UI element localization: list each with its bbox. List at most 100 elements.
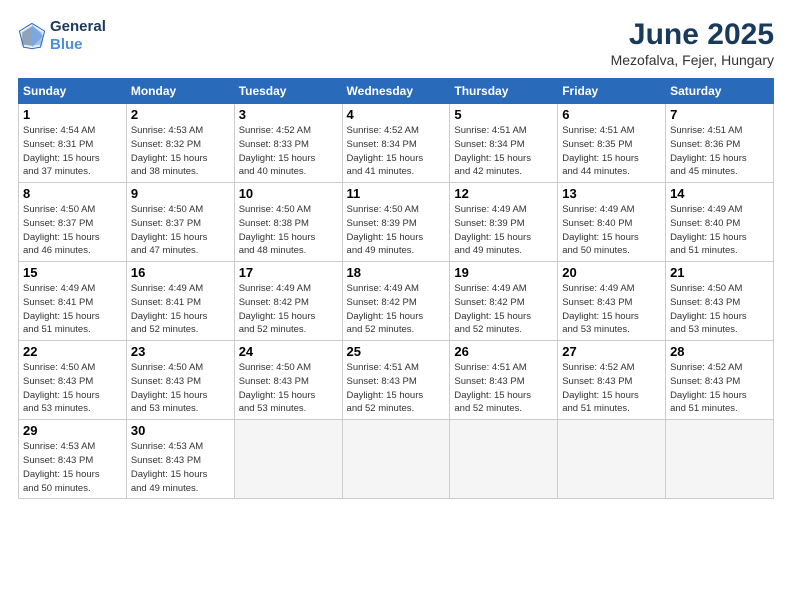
day-info: Sunrise: 4:49 AM Sunset: 8:42 PM Dayligh…: [239, 282, 338, 337]
day-number: 12: [454, 186, 553, 201]
day-cell-16: 16 Sunrise: 4:49 AM Sunset: 8:41 PM Dayli…: [126, 262, 234, 341]
day-number: 22: [23, 344, 122, 359]
day-cell-10: 10 Sunrise: 4:50 AM Sunset: 8:38 PM Dayli…: [234, 183, 342, 262]
day-cell-8: 8 Sunrise: 4:50 AM Sunset: 8:37 PM Daylig…: [19, 183, 127, 262]
day-cell-29: 29 Sunrise: 4:53 AM Sunset: 8:43 PM Dayli…: [19, 420, 127, 499]
day-info: Sunrise: 4:53 AM Sunset: 8:43 PM Dayligh…: [131, 440, 230, 495]
day-cell-7: 7 Sunrise: 4:51 AM Sunset: 8:36 PM Daylig…: [666, 104, 774, 183]
day-info: Sunrise: 4:50 AM Sunset: 8:43 PM Dayligh…: [239, 361, 338, 416]
header-cell-thursday: Thursday: [450, 79, 558, 104]
day-number: 15: [23, 265, 122, 280]
day-number: 10: [239, 186, 338, 201]
day-number: 24: [239, 344, 338, 359]
day-cell-21: 21 Sunrise: 4:50 AM Sunset: 8:43 PM Dayli…: [666, 262, 774, 341]
calendar-week-3: 22 Sunrise: 4:50 AM Sunset: 8:43 PM Dayli…: [19, 341, 774, 420]
day-number: 26: [454, 344, 553, 359]
header: General Blue June 2025 Mezofalva, Fejer,…: [18, 18, 774, 68]
day-number: 30: [131, 423, 230, 438]
day-number: 18: [347, 265, 446, 280]
day-cell-3: 3Sunrise: 4:52 AM Sunset: 8:33 PM Daylig…: [234, 104, 342, 183]
day-number: 9: [131, 186, 230, 201]
day-cell-5: 5 Sunrise: 4:51 AM Sunset: 8:34 PM Daylig…: [450, 104, 558, 183]
day-info: Sunrise: 4:50 AM Sunset: 8:43 PM Dayligh…: [670, 282, 769, 337]
logo-text: General Blue: [50, 18, 106, 54]
day-number: 20: [562, 265, 661, 280]
day-cell-11: 11 Sunrise: 4:50 AM Sunset: 8:39 PM Dayli…: [342, 183, 450, 262]
day-info: Sunrise: 4:49 AM Sunset: 8:40 PM Dayligh…: [562, 203, 661, 258]
day-number: 17: [239, 265, 338, 280]
day-number: 16: [131, 265, 230, 280]
day-cell-19: 19 Sunrise: 4:49 AM Sunset: 8:42 PM Dayli…: [450, 262, 558, 341]
day-cell-4: 4 Sunrise: 4:52 AM Sunset: 8:34 PM Daylig…: [342, 104, 450, 183]
empty-cell: [558, 420, 666, 499]
day-info: Sunrise: 4:51 AM Sunset: 8:36 PM Dayligh…: [670, 124, 769, 179]
day-info: Sunrise: 4:50 AM Sunset: 8:43 PM Dayligh…: [131, 361, 230, 416]
day-cell-26: 26Sunrise: 4:51 AM Sunset: 8:43 PM Dayli…: [450, 341, 558, 420]
calendar-week-2: 15 Sunrise: 4:49 AM Sunset: 8:41 PM Dayli…: [19, 262, 774, 341]
title-area: June 2025 Mezofalva, Fejer, Hungary: [611, 18, 774, 68]
calendar-header: SundayMondayTuesdayWednesdayThursdayFrid…: [19, 79, 774, 104]
day-number: 8: [23, 186, 122, 201]
day-info: Sunrise: 4:52 AM Sunset: 8:43 PM Dayligh…: [670, 361, 769, 416]
day-number: 5: [454, 107, 553, 122]
day-cell-23: 23Sunrise: 4:50 AM Sunset: 8:43 PM Dayli…: [126, 341, 234, 420]
header-cell-friday: Friday: [558, 79, 666, 104]
calendar-week-0: 1 Sunrise: 4:54 AM Sunset: 8:31 PM Daylig…: [19, 104, 774, 183]
page: General Blue June 2025 Mezofalva, Fejer,…: [0, 0, 792, 509]
empty-cell: [666, 420, 774, 499]
day-info: Sunrise: 4:49 AM Sunset: 8:42 PM Dayligh…: [454, 282, 553, 337]
day-cell-2: 2Sunrise: 4:53 AM Sunset: 8:32 PM Daylig…: [126, 104, 234, 183]
day-number: 7: [670, 107, 769, 122]
day-cell-6: 6Sunrise: 4:51 AM Sunset: 8:35 PM Daylig…: [558, 104, 666, 183]
header-cell-wednesday: Wednesday: [342, 79, 450, 104]
day-number: 4: [347, 107, 446, 122]
day-info: Sunrise: 4:53 AM Sunset: 8:32 PM Dayligh…: [131, 124, 230, 179]
day-cell-17: 17 Sunrise: 4:49 AM Sunset: 8:42 PM Dayli…: [234, 262, 342, 341]
day-info: Sunrise: 4:51 AM Sunset: 8:35 PM Dayligh…: [562, 124, 661, 179]
day-cell-15: 15 Sunrise: 4:49 AM Sunset: 8:41 PM Dayli…: [19, 262, 127, 341]
day-info: Sunrise: 4:53 AM Sunset: 8:43 PM Dayligh…: [23, 440, 122, 495]
day-number: 28: [670, 344, 769, 359]
day-cell-27: 27 Sunrise: 4:52 AM Sunset: 8:43 PM Dayli…: [558, 341, 666, 420]
day-number: 29: [23, 423, 122, 438]
day-info: Sunrise: 4:49 AM Sunset: 8:43 PM Dayligh…: [562, 282, 661, 337]
day-cell-28: 28 Sunrise: 4:52 AM Sunset: 8:43 PM Dayli…: [666, 341, 774, 420]
calendar-week-4: 29 Sunrise: 4:53 AM Sunset: 8:43 PM Dayli…: [19, 420, 774, 499]
day-info: Sunrise: 4:49 AM Sunset: 8:42 PM Dayligh…: [347, 282, 446, 337]
day-info: Sunrise: 4:51 AM Sunset: 8:34 PM Dayligh…: [454, 124, 553, 179]
month-title: June 2025: [611, 18, 774, 52]
day-info: Sunrise: 4:50 AM Sunset: 8:37 PM Dayligh…: [131, 203, 230, 258]
day-number: 13: [562, 186, 661, 201]
day-number: 1: [23, 107, 122, 122]
day-cell-20: 20 Sunrise: 4:49 AM Sunset: 8:43 PM Dayli…: [558, 262, 666, 341]
day-info: Sunrise: 4:49 AM Sunset: 8:41 PM Dayligh…: [131, 282, 230, 337]
header-cell-monday: Monday: [126, 79, 234, 104]
day-info: Sunrise: 4:52 AM Sunset: 8:33 PM Dayligh…: [239, 124, 338, 179]
day-info: Sunrise: 4:54 AM Sunset: 8:31 PM Dayligh…: [23, 124, 122, 179]
day-number: 27: [562, 344, 661, 359]
day-info: Sunrise: 4:49 AM Sunset: 8:41 PM Dayligh…: [23, 282, 122, 337]
calendar-week-1: 8 Sunrise: 4:50 AM Sunset: 8:37 PM Daylig…: [19, 183, 774, 262]
day-number: 21: [670, 265, 769, 280]
day-info: Sunrise: 4:51 AM Sunset: 8:43 PM Dayligh…: [347, 361, 446, 416]
logo-line2: Blue: [50, 36, 106, 54]
day-info: Sunrise: 4:50 AM Sunset: 8:37 PM Dayligh…: [23, 203, 122, 258]
day-number: 11: [347, 186, 446, 201]
day-info: Sunrise: 4:52 AM Sunset: 8:43 PM Dayligh…: [562, 361, 661, 416]
day-cell-18: 18 Sunrise: 4:49 AM Sunset: 8:42 PM Dayli…: [342, 262, 450, 341]
day-cell-9: 9 Sunrise: 4:50 AM Sunset: 8:37 PM Daylig…: [126, 183, 234, 262]
day-cell-13: 13 Sunrise: 4:49 AM Sunset: 8:40 PM Dayli…: [558, 183, 666, 262]
day-cell-30: 30 Sunrise: 4:53 AM Sunset: 8:43 PM Dayli…: [126, 420, 234, 499]
header-cell-sunday: Sunday: [19, 79, 127, 104]
day-info: Sunrise: 4:52 AM Sunset: 8:34 PM Dayligh…: [347, 124, 446, 179]
logo-icon: [18, 22, 46, 50]
day-info: Sunrise: 4:49 AM Sunset: 8:39 PM Dayligh…: [454, 203, 553, 258]
day-number: 19: [454, 265, 553, 280]
day-cell-14: 14Sunrise: 4:49 AM Sunset: 8:40 PM Dayli…: [666, 183, 774, 262]
day-info: Sunrise: 4:50 AM Sunset: 8:38 PM Dayligh…: [239, 203, 338, 258]
day-info: Sunrise: 4:50 AM Sunset: 8:39 PM Dayligh…: [347, 203, 446, 258]
day-cell-22: 22Sunrise: 4:50 AM Sunset: 8:43 PM Dayli…: [19, 341, 127, 420]
day-info: Sunrise: 4:49 AM Sunset: 8:40 PM Dayligh…: [670, 203, 769, 258]
day-cell-24: 24 Sunrise: 4:50 AM Sunset: 8:43 PM Dayli…: [234, 341, 342, 420]
header-cell-saturday: Saturday: [666, 79, 774, 104]
